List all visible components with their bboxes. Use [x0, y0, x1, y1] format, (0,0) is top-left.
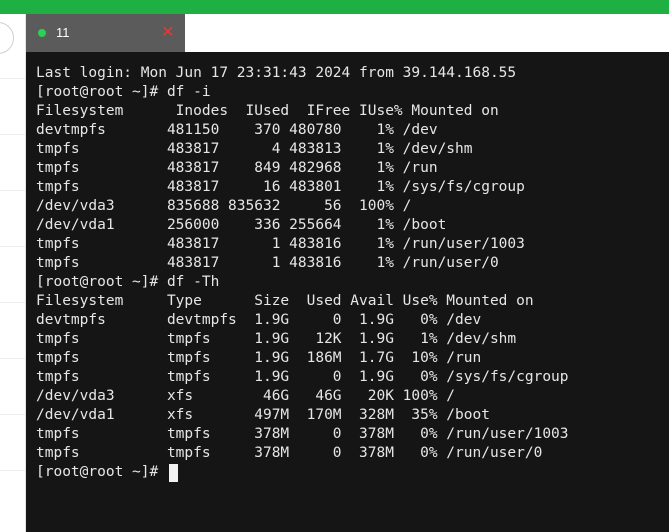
terminal-line: Last login: Mon Jun 17 23:31:43 2024 fro… — [36, 65, 517, 81]
side-divider — [0, 358, 25, 359]
terminal-line: /dev/vda1 xfs 497M 170M 328M 35% /boot — [36, 407, 490, 423]
terminal-line: tmpfs tmpfs 1.9G 0 1.9G 0% /sys/fs/cgrou… — [36, 369, 569, 385]
terminal-line: /dev/vda3 835688 835632 56 100% / — [36, 198, 412, 214]
terminal-line: tmpfs tmpfs 1.9G 186M 1.7G 10% /run — [36, 350, 482, 366]
side-divider — [0, 190, 25, 191]
side-divider — [0, 302, 25, 303]
side-divider — [0, 78, 25, 79]
terminal-line: /dev/vda1 256000 336 255664 1% /boot — [36, 217, 447, 233]
terminal-cursor — [168, 463, 178, 482]
terminal-line: Filesystem Type Size Used Avail Use% Mou… — [36, 293, 534, 309]
terminal-line: tmpfs tmpfs 378M 0 378M 0% /run/user/0 — [36, 445, 543, 461]
terminal-line: tmpfs 483817 4 483813 1% /dev/shm — [36, 141, 473, 157]
tab-strip: 11 ✕ — [26, 14, 669, 52]
terminal-line: tmpfs 483817 849 482968 1% /run — [36, 160, 438, 176]
terminal-output: Last login: Mon Jun 17 23:31:43 2024 fro… — [36, 64, 569, 482]
terminal-window[interactable]: Last login: Mon Jun 17 23:31:43 2024 fro… — [26, 52, 669, 532]
close-icon[interactable]: ✕ — [159, 23, 177, 41]
terminal-prompt: [root@root ~]# — [36, 464, 167, 480]
terminal-line: Filesystem Inodes IUsed IFree IUse% Moun… — [36, 103, 499, 119]
side-search-field[interactable] — [0, 22, 14, 54]
terminal-line: /dev/vda3 xfs 46G 46G 20K 100% / — [36, 388, 456, 404]
terminal-line: tmpfs 483817 1 483816 1% /run/user/1003 — [36, 236, 525, 252]
terminal-line: devtmpfs 481150 370 480780 1% /dev — [36, 122, 438, 138]
terminal-line: tmpfs tmpfs 378M 0 378M 0% /run/user/100… — [36, 426, 569, 442]
top-accent-bar — [0, 0, 669, 14]
side-divider — [0, 470, 25, 471]
terminal-tab[interactable]: 11 ✕ — [26, 14, 185, 52]
terminal-prompt-line[interactable]: [root@root ~]# — [36, 463, 569, 482]
terminal-line: tmpfs 483817 16 483801 1% /sys/fs/cgroup — [36, 179, 525, 195]
status-dot-icon — [38, 29, 46, 37]
tab-label: 11 — [56, 25, 70, 40]
side-divider — [0, 414, 25, 415]
left-side-panel — [0, 14, 26, 532]
terminal-line: tmpfs 483817 1 483816 1% /run/user/0 — [36, 255, 499, 271]
terminal-line: devtmpfs devtmpfs 1.9G 0 1.9G 0% /dev — [36, 312, 482, 328]
terminal-line: [root@root ~]# df -Th — [36, 274, 220, 290]
terminal-line: [root@root ~]# df -i — [36, 84, 211, 100]
side-divider — [0, 246, 25, 247]
side-divider — [0, 134, 25, 135]
terminal-line: tmpfs tmpfs 1.9G 12K 1.9G 1% /dev/shm — [36, 331, 517, 347]
